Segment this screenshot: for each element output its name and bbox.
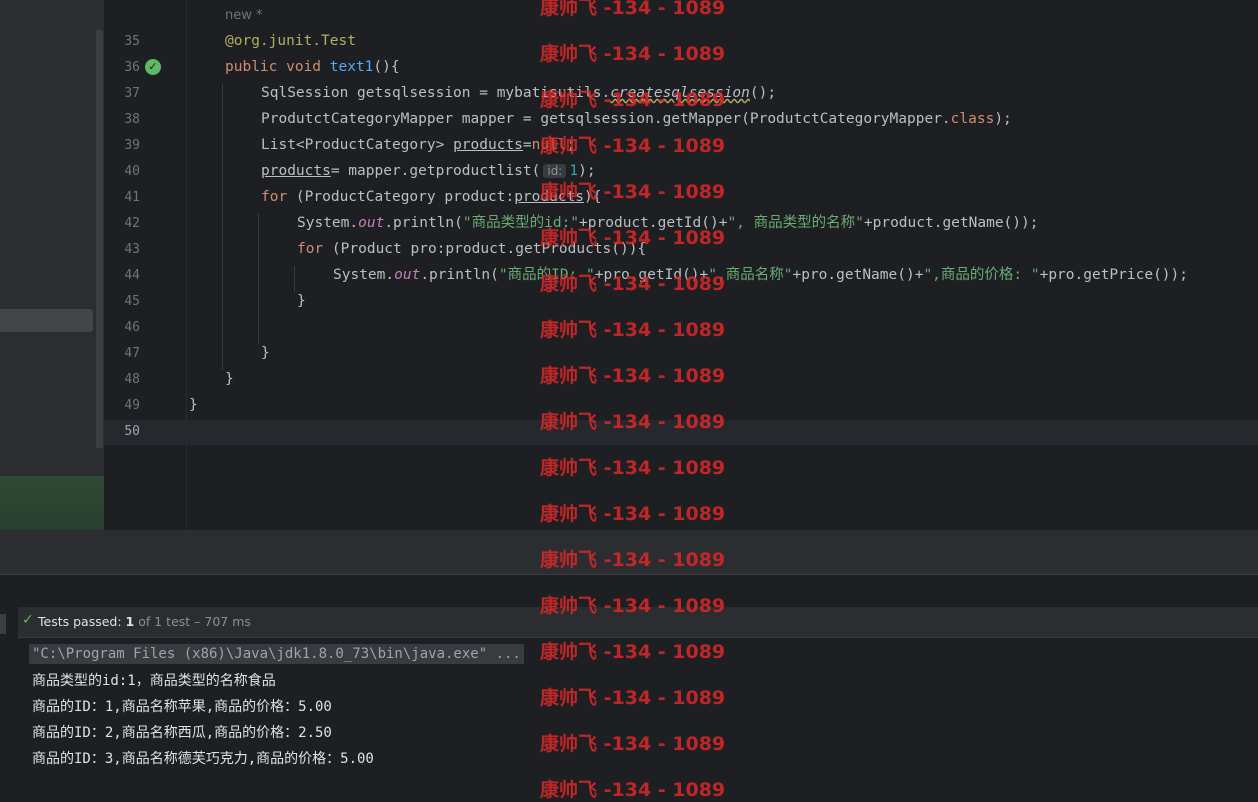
line-number: 41 — [124, 190, 140, 205]
line-number: 36 — [124, 60, 140, 75]
watermark-text: 康帅飞 -134 - 1089 — [540, 135, 726, 157]
watermark-text: 康帅飞 -134 - 1089 — [540, 687, 726, 709]
console-side-tab[interactable] — [0, 614, 6, 634]
console-output-line: 商品的ID：2,商品名称西瓜,商品的价格：2.50 — [32, 725, 332, 741]
watermark-text: 康帅飞 -134 - 1089 — [540, 273, 726, 295]
watermark-text: 康帅飞 -134 - 1089 — [540, 457, 726, 479]
check-icon: ✓ — [22, 612, 34, 628]
line-number: 43 — [124, 242, 140, 257]
indent-guide — [294, 266, 295, 292]
line-number: 37 — [124, 86, 140, 101]
code-line[interactable]: } — [225, 370, 234, 388]
code-editor[interactable] — [186, 0, 1258, 530]
line-number: 45 — [124, 294, 140, 309]
console-command-line[interactable]: "C:\Program Files (x86)\Java\jdk1.8.0_73… — [29, 644, 524, 664]
watermark-text: 康帅飞 -134 - 1089 — [540, 641, 726, 663]
code-line[interactable]: } — [261, 344, 270, 362]
watermark-text: 康帅飞 -134 - 1089 — [540, 411, 726, 433]
project-tree-selected-item[interactable] — [0, 309, 93, 332]
line-number: 47 — [124, 346, 140, 361]
line-number: 42 — [124, 216, 140, 231]
line-number: 35 — [124, 34, 140, 49]
watermark-text: 康帅飞 -134 - 1089 — [540, 43, 726, 65]
watermark-text: 康帅飞 -134 - 1089 — [540, 549, 726, 571]
project-scrollbar[interactable] — [96, 30, 103, 448]
project-panel — [0, 0, 104, 532]
line-number: 48 — [124, 372, 140, 387]
watermark-text: 康帅飞 -134 - 1089 — [540, 365, 726, 387]
panel-status-area — [0, 476, 104, 532]
watermark-text: 康帅飞 -134 - 1089 — [540, 0, 726, 19]
console-output-line: 商品类型的id:1，商品类型的名称食品 — [32, 673, 276, 689]
line-number: 38 — [124, 112, 140, 127]
console-output-line: 商品的ID：1,商品名称苹果,商品的价格：5.00 — [32, 699, 332, 715]
line-number: 40 — [124, 164, 140, 179]
code-line[interactable]: } — [297, 292, 306, 310]
watermark-text: 康帅飞 -134 - 1089 — [540, 227, 726, 249]
watermark-text: 康帅飞 -134 - 1089 — [540, 89, 726, 111]
watermark-text: 康帅飞 -134 - 1089 — [540, 319, 726, 341]
code-line[interactable]: System.out.println("商品的ID: "+pro.getId()… — [333, 266, 1188, 284]
run-test-icon[interactable]: ✓ — [145, 59, 161, 75]
author-hint: new * — [225, 8, 263, 23]
line-number: 44 — [124, 268, 140, 283]
watermark-text: 康帅飞 -134 - 1089 — [540, 733, 726, 755]
watermark-text: 康帅飞 -134 - 1089 — [540, 181, 726, 203]
watermark-text: 康帅飞 -134 - 1089 — [540, 779, 726, 801]
code-line[interactable]: @org.junit.Test — [225, 32, 356, 50]
line-number: 39 — [124, 138, 140, 153]
editor-gutter — [104, 0, 186, 530]
console-output-line: 商品的ID：3,商品名称德芙巧克力,商品的价格：5.00 — [32, 751, 374, 767]
watermark-text: 康帅飞 -134 - 1089 — [540, 595, 726, 617]
indent-guide — [258, 214, 259, 344]
code-line[interactable]: List<ProductCategory> products=null; — [261, 136, 575, 154]
line-number: 46 — [124, 320, 140, 335]
indent-guide — [222, 84, 223, 370]
line-number: 49 — [124, 398, 140, 413]
line-number: 50 — [124, 424, 140, 439]
test-status-text: Tests passed: 1 of 1 test – 707 ms — [38, 614, 251, 629]
code-line[interactable]: public void text1(){ — [225, 58, 400, 76]
code-line[interactable]: ProdutctCategoryMapper mapper = getsqlse… — [261, 110, 1012, 128]
code-line[interactable]: } — [189, 396, 198, 414]
watermark-text: 康帅飞 -134 - 1089 — [540, 503, 726, 525]
